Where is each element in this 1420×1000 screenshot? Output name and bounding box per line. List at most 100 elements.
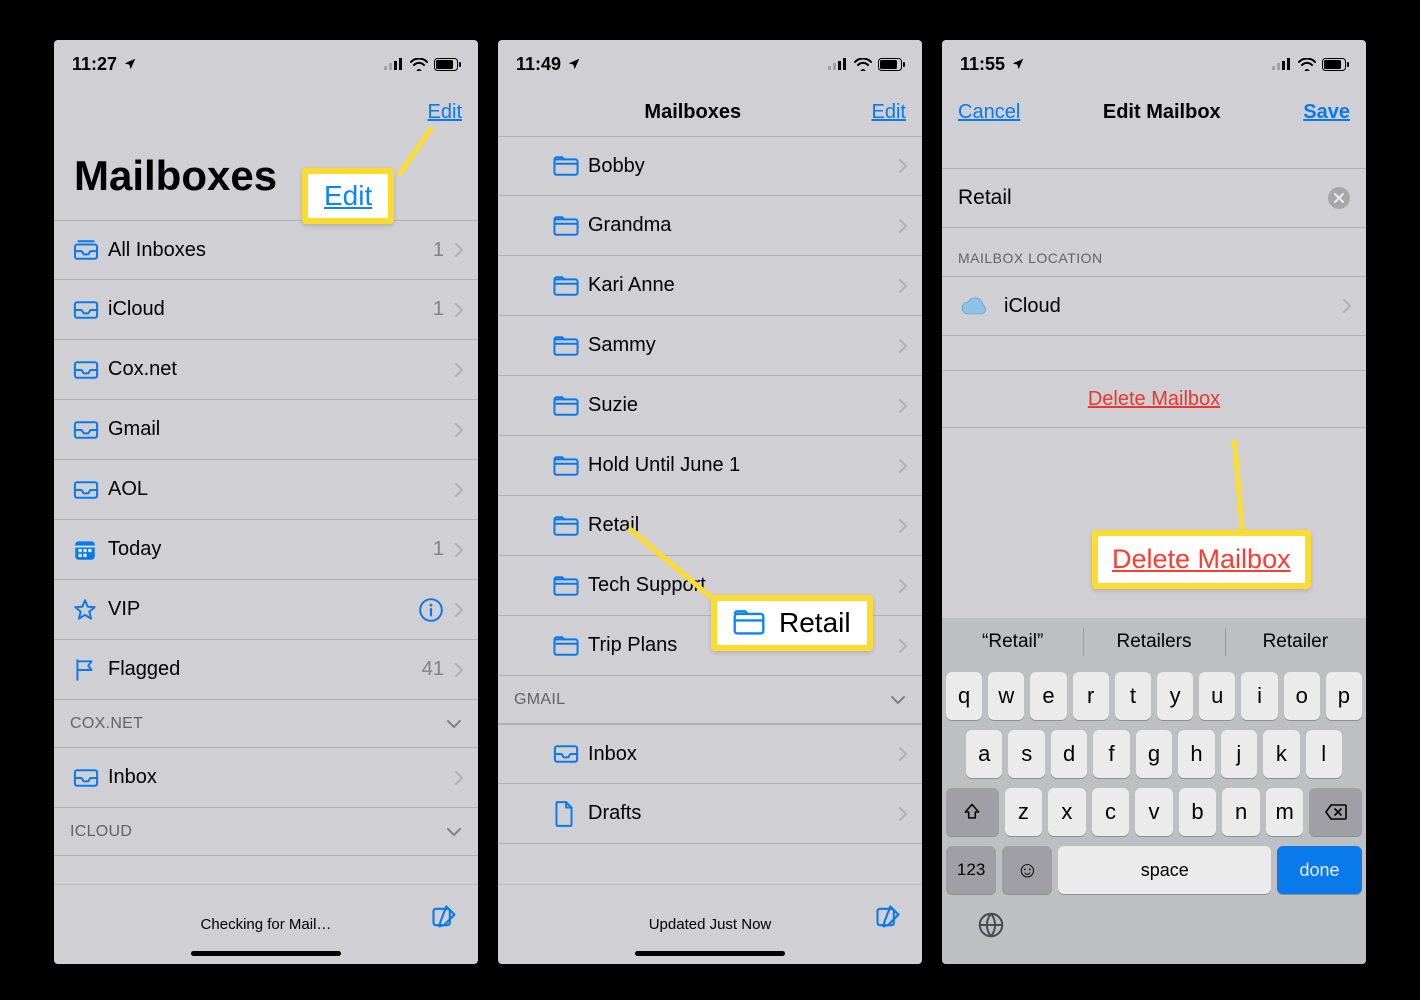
row-label: Sammy <box>588 334 656 357</box>
key-b[interactable]: b <box>1179 788 1217 836</box>
callout-edit: Edit <box>302 168 394 224</box>
key-123[interactable]: 123 <box>946 846 996 894</box>
section-header[interactable]: COX.NET <box>54 700 478 748</box>
folder-row-suzie[interactable]: Suzie <box>498 376 922 436</box>
gmail-row-drafts[interactable]: Drafts <box>498 784 922 844</box>
inbox-icon <box>552 744 588 764</box>
folder-icon <box>733 610 765 636</box>
row-label: Trip Plans <box>588 634 677 657</box>
key-t[interactable]: t <box>1115 672 1151 720</box>
location-value: iCloud <box>1004 295 1061 318</box>
keyboard: qwertyuiop asdfghjkl zxcvbnm 123 ☺ space… <box>942 666 1366 964</box>
suggestion-0[interactable]: “Retail” <box>942 618 1083 666</box>
globe-icon[interactable] <box>976 910 1006 940</box>
key-done[interactable]: done <box>1277 846 1362 894</box>
chevron-right-icon <box>898 806 908 822</box>
mailbox-name-row[interactable] <box>942 168 1366 228</box>
key-z[interactable]: z <box>1005 788 1043 836</box>
mailbox-row-today[interactable]: Today 1 <box>54 520 478 580</box>
save-button[interactable]: Save <box>1303 101 1350 124</box>
chevron-right-icon <box>454 770 464 786</box>
home-indicator[interactable] <box>635 951 785 956</box>
chevron-down-icon <box>446 827 462 837</box>
key-space[interactable]: space <box>1058 846 1271 894</box>
mailbox-row-gmail[interactable]: Gmail <box>54 400 478 460</box>
cloud-icon <box>960 296 996 316</box>
key-shift[interactable] <box>946 788 999 836</box>
compose-button[interactable] <box>874 903 902 931</box>
suggestion-1[interactable]: Retailers <box>1083 618 1224 666</box>
key-i[interactable]: i <box>1241 672 1277 720</box>
nav-title: Mailboxes <box>644 101 741 124</box>
edit-button[interactable]: Edit <box>428 101 462 124</box>
key-k[interactable]: k <box>1263 730 1299 778</box>
key-u[interactable]: u <box>1199 672 1235 720</box>
section-header-gmail[interactable]: GMAIL <box>498 676 922 724</box>
info-icon[interactable] <box>418 597 444 623</box>
key-j[interactable]: j <box>1221 730 1257 778</box>
key-s[interactable]: s <box>1008 730 1044 778</box>
mailbox-name-input[interactable] <box>958 186 1328 210</box>
inbox-icon <box>72 768 108 788</box>
key-x[interactable]: x <box>1048 788 1086 836</box>
chevron-right-icon <box>454 482 464 498</box>
chevron-right-icon <box>454 242 464 258</box>
key-a[interactable]: a <box>966 730 1002 778</box>
mailbox-row-cox-net[interactable]: Cox.net <box>54 340 478 400</box>
key-e[interactable]: e <box>1030 672 1066 720</box>
folder-row-kari-anne[interactable]: Kari Anne <box>498 256 922 316</box>
delete-mailbox-row[interactable]: Delete Mailbox <box>942 370 1366 428</box>
suggestion-2[interactable]: Retailer <box>1225 618 1366 666</box>
folder-row-hold-until-june-1[interactable]: Hold Until June 1 <box>498 436 922 496</box>
mailbox-row-aol[interactable]: AOL <box>54 460 478 520</box>
key-y[interactable]: y <box>1157 672 1193 720</box>
gmail-row-inbox[interactable]: Inbox <box>498 724 922 784</box>
folder-row-retail[interactable]: Retail <box>498 496 922 556</box>
key-g[interactable]: g <box>1136 730 1172 778</box>
cell-signal-icon <box>1272 58 1292 70</box>
screen-mailboxes-main: 11:27 Edit Mailboxes All Inboxes 1 iClou… <box>54 40 478 964</box>
section-header[interactable]: ICLOUD <box>54 808 478 856</box>
count-badge: 1 <box>433 298 448 321</box>
row-label: Gmail <box>108 418 160 441</box>
doc-icon <box>552 800 588 828</box>
mailbox-row-vip[interactable]: VIP <box>54 580 478 640</box>
key-d[interactable]: d <box>1051 730 1087 778</box>
key-f[interactable]: f <box>1093 730 1129 778</box>
keyboard-suggestions: “Retail” Retailers Retailer <box>942 618 1366 666</box>
mailbox-row-inbox[interactable]: Inbox <box>54 748 478 808</box>
key-w[interactable]: w <box>988 672 1024 720</box>
folder-row-sammy[interactable]: Sammy <box>498 316 922 376</box>
key-emoji[interactable]: ☺ <box>1002 846 1052 894</box>
key-n[interactable]: n <box>1222 788 1260 836</box>
chevron-down-icon <box>890 695 906 705</box>
chevron-right-icon <box>898 578 908 594</box>
key-m[interactable]: m <box>1266 788 1304 836</box>
mailbox-row-all-inboxes[interactable]: All Inboxes 1 <box>54 220 478 280</box>
flag-icon <box>72 657 108 683</box>
folder-row-grandma[interactable]: Grandma <box>498 196 922 256</box>
compose-button[interactable] <box>430 903 458 931</box>
row-label: AOL <box>108 478 148 501</box>
mailbox-row-flagged[interactable]: Flagged 41 <box>54 640 478 700</box>
mailbox-row-icloud[interactable]: iCloud 1 <box>54 280 478 340</box>
key-c[interactable]: c <box>1092 788 1130 836</box>
location-row[interactable]: iCloud <box>942 276 1366 336</box>
cancel-button[interactable]: Cancel <box>958 101 1020 124</box>
folder-row-bobby[interactable]: Bobby <box>498 136 922 196</box>
vip-icon <box>72 597 108 623</box>
key-o[interactable]: o <box>1284 672 1320 720</box>
home-indicator[interactable] <box>191 951 341 956</box>
key-l[interactable]: l <box>1306 730 1342 778</box>
section-label: COX.NET <box>70 715 143 733</box>
key-h[interactable]: h <box>1178 730 1214 778</box>
key-p[interactable]: p <box>1326 672 1362 720</box>
key-r[interactable]: r <box>1073 672 1109 720</box>
key-v[interactable]: v <box>1135 788 1173 836</box>
inbox-combined-icon <box>72 239 108 261</box>
section-label: GMAIL <box>514 691 565 709</box>
key-q[interactable]: q <box>946 672 982 720</box>
edit-button[interactable]: Edit <box>872 101 906 124</box>
key-backspace[interactable] <box>1309 788 1362 836</box>
clear-icon[interactable] <box>1328 187 1350 209</box>
